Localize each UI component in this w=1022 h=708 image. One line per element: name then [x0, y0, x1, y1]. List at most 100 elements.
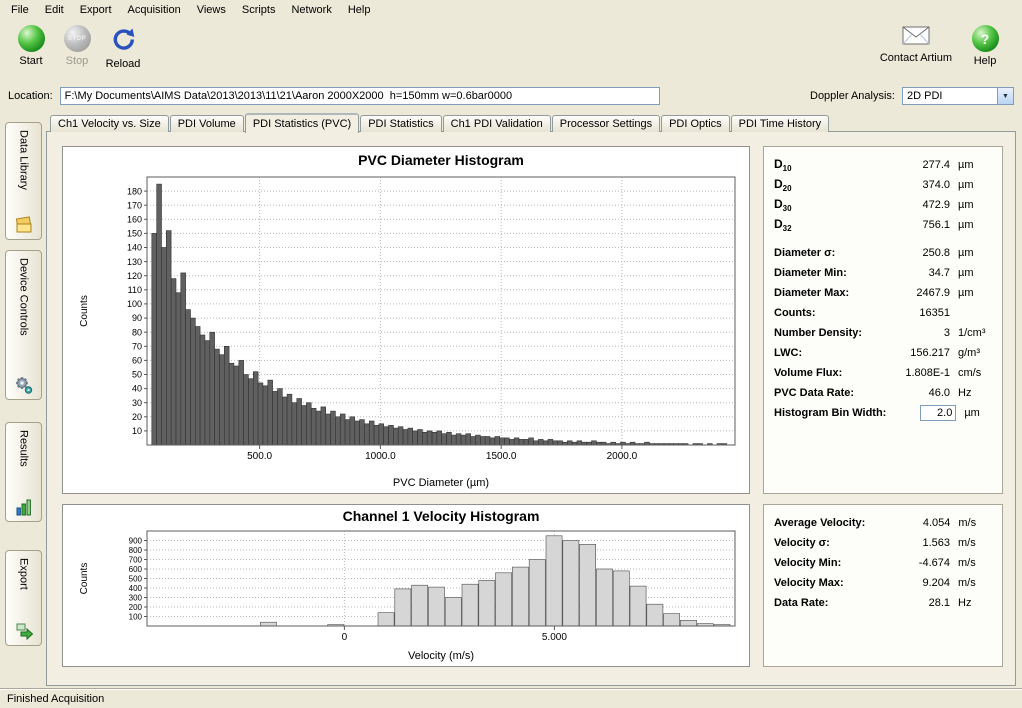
tab-pdi-statistics-pvc[interactable]: PDI Statistics (PVC) [245, 113, 359, 133]
tab-pdi-time-history[interactable]: PDI Time History [731, 115, 830, 132]
contact-artium-label: Contact Artium [880, 52, 952, 64]
tab-processor-settings[interactable]: Processor Settings [552, 115, 660, 132]
menu-item-edit[interactable]: Edit [37, 2, 72, 18]
velocity-stat-row-data-rate: Data Rate:28.1Hz [764, 593, 1002, 613]
sidebar-item-label: Export [18, 558, 30, 619]
svg-text:80: 80 [132, 327, 142, 337]
histogram-bin-width-unit: µm [956, 407, 992, 419]
svg-text:400: 400 [129, 584, 143, 593]
pvc-stat-value: 250.8 [864, 247, 950, 259]
location-label: Location: [8, 90, 53, 102]
pvc-stats-panel: D10277.4µmD20374.0µm D30472.9 µm D32756.1µm… [763, 146, 1003, 494]
pvc-stat-row-volume-flux: Volume Flux:1.808E-1cm/s [764, 363, 1002, 383]
pvc-stat-label: Diameter σ: [774, 247, 864, 259]
pvc-stat-row-number-density: Number Density:31/cm³ [764, 323, 1002, 343]
velocity-stat-label: Velocity Min: [774, 557, 864, 569]
velocity-stats-panel: Average Velocity:4.054m/sVelocity σ:1.56… [763, 504, 1003, 667]
help-label: Help [974, 55, 997, 67]
pvc-stat-row-counts: Counts:16351 [764, 303, 1002, 323]
reload-button[interactable]: Reload [100, 23, 146, 70]
sidebar-item-device-controls[interactable]: Device Controls [5, 250, 42, 400]
pvc-stat-row-d10: D10277.4µm [764, 155, 1002, 175]
stat-label-base: D [774, 217, 783, 231]
stat-label-subscript: 20 [783, 184, 792, 193]
menu-item-network[interactable]: Network [283, 2, 339, 18]
status-bar: Finished Acquisition [0, 688, 1022, 708]
chevron-down-icon[interactable]: ▼ [997, 88, 1013, 104]
svg-text:50: 50 [132, 370, 142, 380]
velocity-stat-value: -4.674 [864, 557, 950, 569]
svg-text:2000.0: 2000.0 [607, 451, 638, 462]
menu-item-acquisition[interactable]: Acquisition [120, 2, 189, 18]
sidebar-item-label: Device Controls [18, 258, 30, 373]
location-bar: Location: Doppler Analysis: 2D PDI ▼ [0, 83, 1022, 109]
contact-artium-button[interactable]: Contact Artium [880, 23, 952, 67]
pvc-stat-row-d32: D32756.1µm [764, 215, 1002, 235]
start-label: Start [19, 55, 42, 67]
svg-text:180: 180 [127, 186, 142, 196]
content-area: Data Library Device Controls Results Export… [0, 112, 1022, 688]
pvc-stat-label: D20 [774, 177, 864, 193]
velocity-stat-row-velocity: Velocity σ:1.563m/s [764, 533, 1002, 553]
svg-text:5.000: 5.000 [542, 632, 567, 643]
stat-label-base: D [774, 177, 783, 191]
tab-ch1-pdi-validation[interactable]: Ch1 PDI Validation [443, 115, 551, 132]
svg-text:20: 20 [132, 412, 142, 422]
menu-item-file[interactable]: File [3, 2, 37, 18]
pvc-stat-label: Counts: [774, 307, 864, 319]
envelope-icon [902, 25, 930, 49]
velocity-histogram-svg: 10020030040050060070080090005.000Channel… [63, 505, 749, 664]
menu-item-help[interactable]: Help [340, 2, 379, 18]
pvc-stat-label: D30 [774, 197, 864, 213]
menu-item-scripts[interactable]: Scripts [234, 2, 284, 18]
pvc-stat-unit: µm [950, 287, 992, 299]
pvc-stat-label: D10 [774, 157, 864, 173]
pvc-stat-value: 756.1 [864, 219, 950, 231]
pvc-stat-row-diameter-max: Diameter Max:2467.9µm [764, 283, 1002, 303]
reload-label: Reload [106, 58, 141, 70]
velocity-stat-unit: Hz [950, 597, 992, 609]
tab-pdi-optics[interactable]: PDI Optics [661, 115, 730, 132]
sidebar-item-export[interactable]: Export [5, 550, 42, 646]
svg-text:130: 130 [127, 257, 142, 267]
pvc-stat-label: Number Density: [774, 327, 864, 339]
location-input[interactable] [60, 87, 660, 105]
menu-item-export[interactable]: Export [72, 2, 120, 18]
doppler-analysis-dropdown[interactable]: 2D PDI ▼ [902, 87, 1014, 105]
pvc-stat-row-d20: D20374.0µm [764, 175, 1002, 195]
pvc-stat-unit: cm/s [950, 367, 992, 379]
pvc-stat-value: 156.217 [864, 347, 950, 359]
menu-item-views[interactable]: Views [189, 2, 234, 18]
svg-text:140: 140 [127, 243, 142, 253]
start-button[interactable]: Start [8, 23, 54, 67]
svg-text:900: 900 [129, 536, 143, 545]
pvc-stat-unit: Hz [950, 387, 992, 399]
gears-icon [14, 373, 34, 395]
velocity-stat-row-velocity-min: Velocity Min:-4.674m/s [764, 553, 1002, 573]
bar-chart-icon [14, 495, 34, 517]
svg-text:100: 100 [129, 612, 143, 621]
svg-text:Counts: Counts [79, 563, 90, 595]
svg-text:170: 170 [127, 200, 142, 210]
sidebar: Data Library Device Controls Results Export [5, 122, 42, 646]
svg-text:800: 800 [129, 546, 143, 555]
svg-text:40: 40 [132, 384, 142, 394]
pvc-stat-unit: 1/cm³ [950, 327, 992, 339]
sidebar-item-results[interactable]: Results [5, 422, 42, 522]
reload-icon [110, 25, 137, 55]
help-icon: ? [972, 25, 999, 52]
svg-text:150: 150 [127, 229, 142, 239]
svg-text:PVC Diameter (µm): PVC Diameter (µm) [393, 477, 489, 489]
svg-text:1000.0: 1000.0 [365, 451, 396, 462]
stop-icon-text: STOP [68, 36, 86, 42]
svg-text:120: 120 [127, 271, 142, 281]
tab-pdi-volume[interactable]: PDI Volume [170, 115, 244, 132]
stop-button[interactable]: STOP Stop [54, 23, 100, 67]
tab-ch1-velocity-vs-size[interactable]: Ch1 Velocity vs. Size [50, 115, 169, 132]
tab-pdi-statistics[interactable]: PDI Statistics [360, 115, 441, 132]
help-button[interactable]: ? Help [962, 23, 1008, 67]
histogram-bin-width-input[interactable] [920, 405, 956, 421]
sidebar-item-data-library[interactable]: Data Library [5, 122, 42, 240]
velocity-stat-label: Average Velocity: [774, 517, 865, 529]
pvc-stat-value: 472.9 [864, 199, 950, 211]
